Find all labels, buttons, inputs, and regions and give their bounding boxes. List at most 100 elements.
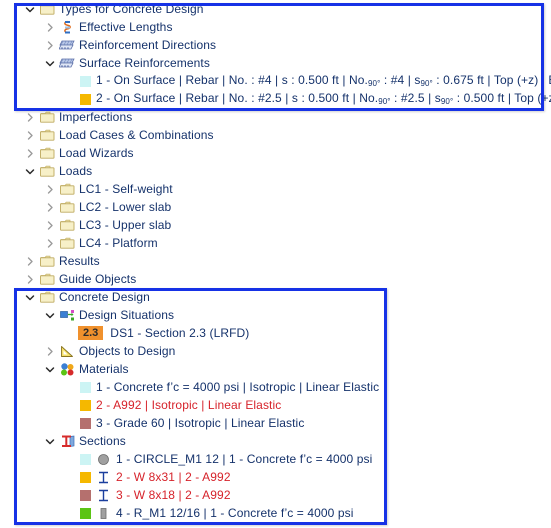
tree-row-label: LC2 - Lower slab [79, 200, 172, 214]
tree-row-material-3[interactable]: 3 - Grade 60 | Isotropic | Linear Elasti… [0, 414, 551, 432]
model-navigator-tree[interactable]: Types for Concrete Design Effective Lengt… [0, 0, 551, 528]
chevron-down-icon[interactable] [42, 432, 58, 450]
tree-row-load-cases-and-combinations[interactable]: Load Cases & Combinations [0, 126, 551, 144]
chevron-right-icon[interactable] [22, 252, 38, 270]
chevron-right-icon[interactable] [22, 126, 38, 144]
chevron-right-icon[interactable] [42, 18, 58, 36]
tree-row-material-2[interactable]: 2 - A992 | Isotropic | Linear Elastic [0, 396, 551, 414]
tree-row-lc3-upper-slab[interactable]: LC3 - Upper slab [0, 216, 551, 234]
tree-row-objects-to-design[interactable]: Objects to Design [0, 342, 551, 360]
chevron-down-icon[interactable] [22, 0, 38, 18]
chevron-right-icon[interactable] [42, 180, 58, 198]
objects-to-design-icon [58, 342, 76, 360]
tree-row-label: Loads [59, 164, 93, 178]
tree-row-label: 1 - On Surface | Rebar | No. : #4 | s : … [96, 73, 551, 88]
tree-row-label: 3 - W 8x18 | 2 - A992 [116, 488, 231, 502]
tree-row-label: Reinforcement Directions [79, 38, 217, 52]
color-swatch [80, 399, 91, 411]
chevron-right-icon[interactable] [42, 342, 58, 360]
i-beam-section-icon [96, 488, 111, 503]
chevron-right-icon[interactable] [42, 234, 58, 252]
i-beam-section-icon [96, 470, 111, 485]
tree-row-sections[interactable]: Sections [0, 432, 551, 450]
chevron-right-icon[interactable] [22, 270, 38, 288]
tree-row-section-3[interactable]: 3 - W 8x18 | 2 - A992 [0, 486, 551, 504]
folder-icon [38, 0, 56, 18]
chevron-down-icon[interactable] [42, 306, 58, 324]
tree-row-section-4[interactable]: 4 - R_M1 12/16 | 1 - Concrete f’c = 4000… [0, 504, 551, 522]
folder-icon [58, 216, 76, 234]
effective-lengths-icon [58, 18, 76, 36]
tree-row-materials[interactable]: Materials [0, 360, 551, 378]
folder-icon [38, 270, 56, 288]
folder-icon [58, 180, 76, 198]
tree-row-surface-reinforcements[interactable]: Surface Reinforcements [0, 54, 551, 72]
tree-row-reinforcement-directions[interactable]: Reinforcement Directions [0, 36, 551, 54]
chevron-right-icon[interactable] [42, 36, 58, 54]
tree-row-label: DS1 - Section 2.3 (LRFD) [110, 326, 250, 340]
tree-row-label: 1 - CIRCLE_M1 12 | 1 - Concrete f’c = 40… [116, 452, 373, 466]
chevron-down-icon[interactable] [22, 288, 38, 306]
tree-row-surface-reinforcement-2[interactable]: 2 - On Surface | Rebar | No. : #2.5 | s … [0, 90, 551, 108]
color-swatch [80, 93, 91, 105]
folder-icon [58, 198, 76, 216]
tree-row-label: 3 - Grade 60 | Isotropic | Linear Elasti… [96, 416, 305, 430]
tree-row-label: Objects to Design [79, 344, 176, 358]
tree-row-ds1-section-2-3-lrfd[interactable]: 2.3 DS1 - Section 2.3 (LRFD) [0, 324, 551, 342]
tree-row-results[interactable]: Results [0, 252, 551, 270]
tree-row-lc2-lower-slab[interactable]: LC2 - Lower slab [0, 198, 551, 216]
tree-row-label: Types for Concrete Design [59, 2, 204, 16]
tree-row-types-for-concrete-design[interactable]: Types for Concrete Design [0, 0, 551, 18]
tree-row-lc4-platform[interactable]: LC4 - Platform [0, 234, 551, 252]
tree-row-label: 2 - W 8x31 | 2 - A992 [116, 470, 231, 484]
chevron-right-icon[interactable] [42, 198, 58, 216]
tree-row-load-wizards[interactable]: Load Wizards [0, 144, 551, 162]
color-swatch [80, 417, 91, 429]
tree-row-section-2[interactable]: 2 - W 8x31 | 2 - A992 [0, 468, 551, 486]
design-situation-badge: 2.3 [78, 326, 104, 340]
tree-row-surface-reinforcement-1[interactable]: 1 - On Surface | Rebar | No. : #4 | s : … [0, 72, 551, 90]
tree-row-label: Surface Reinforcements [79, 56, 210, 70]
color-swatch [80, 75, 91, 87]
tree-row-design-situations[interactable]: Design Situations [0, 306, 551, 324]
chevron-down-icon[interactable] [42, 360, 58, 378]
tree-row-label: 2 - On Surface | Rebar | No. : #2.5 | s … [96, 91, 551, 106]
tree-row-label: Materials [79, 362, 129, 376]
folder-icon [38, 144, 56, 162]
chevron-down-icon[interactable] [42, 54, 58, 72]
tree-row-loads[interactable]: Loads [0, 162, 551, 180]
folder-icon [58, 234, 76, 252]
tree-row-label: Load Wizards [59, 146, 134, 160]
chevron-right-icon[interactable] [22, 108, 38, 126]
surface-reinforcements-icon [58, 54, 76, 72]
folder-icon [38, 126, 56, 144]
tree-row-label: Load Cases & Combinations [59, 128, 214, 142]
tree-row-guide-objects[interactable]: Guide Objects [0, 270, 551, 288]
rect-section-icon [96, 506, 111, 521]
chevron-down-icon[interactable] [22, 162, 38, 180]
color-swatch [80, 489, 91, 501]
chevron-right-icon[interactable] [42, 216, 58, 234]
reinforcement-directions-icon [58, 36, 76, 54]
tree-row-label: 4 - R_M1 12/16 | 1 - Concrete f’c = 4000… [116, 506, 354, 520]
folder-icon [38, 108, 56, 126]
tree-row-lc1-self-weight[interactable]: LC1 - Self-weight [0, 180, 551, 198]
tree-row-effective-lengths[interactable]: Effective Lengths [0, 18, 551, 36]
circle-section-icon [96, 452, 111, 467]
color-swatch [80, 453, 91, 465]
chevron-right-icon[interactable] [22, 144, 38, 162]
tree-row-label: 1 - Concrete f’c = 4000 psi | Isotropic … [96, 380, 380, 394]
tree-row-imperfections[interactable]: Imperfections [0, 108, 551, 126]
folder-icon [38, 162, 56, 180]
tree-row-section-1[interactable]: 1 - CIRCLE_M1 12 | 1 - Concrete f’c = 40… [0, 450, 551, 468]
tree-row-concrete-design[interactable]: Concrete Design [0, 288, 551, 306]
tree-row-material-1[interactable]: 1 - Concrete f’c = 4000 psi | Isotropic … [0, 378, 551, 396]
